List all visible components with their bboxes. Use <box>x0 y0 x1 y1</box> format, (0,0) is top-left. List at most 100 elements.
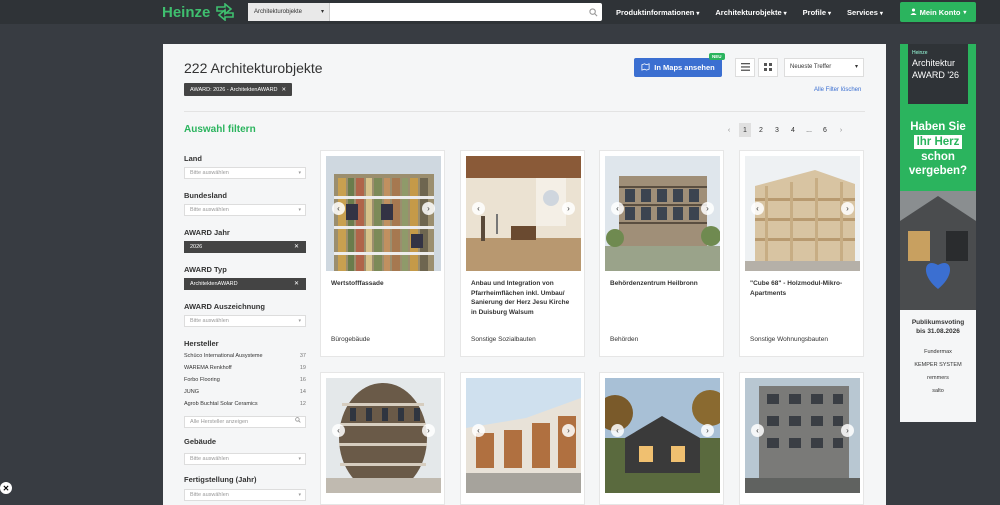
ad-headline-3: schon <box>921 151 955 163</box>
project-category: Behörden <box>610 336 639 343</box>
grid-view-button[interactable] <box>758 58 778 77</box>
chevron-down-icon: ▾ <box>298 492 301 498</box>
manufacturer-item[interactable]: Agrob Buchtal Solar Ceramics 12 <box>184 401 306 407</box>
nav-services[interactable]: Services ▾ <box>847 8 883 17</box>
ad-headline-2: Ihr Herz <box>913 135 963 149</box>
page-3[interactable]: 3 <box>771 123 783 137</box>
filter-land-label: Land <box>184 154 202 163</box>
search-category-select[interactable]: Architekturobjekte ▾ <box>248 3 330 21</box>
manufacturer-search-input[interactable]: Alle Hersteller anzeigen <box>184 416 306 428</box>
page-2[interactable]: 2 <box>755 123 767 137</box>
filter-gebaeude-select[interactable]: Bitte auswählen ▾ <box>184 453 306 465</box>
prev-image-icon[interactable]: ‹ <box>332 424 345 437</box>
project-card[interactable]: ‹ › <box>320 372 445 505</box>
manufacturer-item[interactable]: Schüco International Ausysteme 37 <box>184 353 306 359</box>
project-title: Wertstofffassade <box>331 280 384 287</box>
nav-produktinformationen[interactable]: Produktinformationen ▾ <box>616 8 699 17</box>
page-1[interactable]: 1 <box>739 123 751 137</box>
prev-page-icon[interactable]: ‹ <box>723 123 735 137</box>
filter-land-select[interactable]: Bitte auswählen ▾ <box>184 167 306 179</box>
manufacturer-item[interactable]: JUNG 14 <box>184 389 306 395</box>
prev-image-icon[interactable]: ‹ <box>472 424 485 437</box>
filter-award-typ-select[interactable]: ArchitektenAWARD ✕ <box>184 278 306 290</box>
next-image-icon[interactable]: › <box>841 424 854 437</box>
prev-image-icon[interactable]: ‹ <box>751 424 764 437</box>
manufacturer-name: Agrob Buchtal Solar Ceramics <box>184 401 258 407</box>
heinze-logo[interactable]: Heinze <box>162 3 236 21</box>
close-icon[interactable]: ✕ <box>294 279 299 289</box>
next-image-icon[interactable]: › <box>701 202 714 215</box>
search-input[interactable] <box>330 3 584 21</box>
project-card[interactable]: ‹ › "Cube 68" - Holzmodul-Mikro-Apartmen… <box>739 150 864 357</box>
chevron-down-icon: ▾ <box>298 456 301 462</box>
chevron-down-icon: ▾ <box>298 207 301 213</box>
manufacturer-count: 14 <box>299 389 306 395</box>
manufacturer-name: JUNG <box>184 389 199 395</box>
page-4[interactable]: 4 <box>787 123 799 137</box>
close-icon[interactable]: ✕ <box>282 87 287 93</box>
prev-image-icon[interactable]: ‹ <box>751 202 764 215</box>
filter-auszeichnung-select[interactable]: Bitte auswählen ▾ <box>184 315 306 327</box>
manufacturer-item[interactable]: Forbo Flooring 16 <box>184 377 306 383</box>
project-title: "Cube 68" - Holzmodul-Mikro-Apartments <box>750 280 843 297</box>
nav-profile[interactable]: Profile ▾ <box>803 8 831 17</box>
prev-image-icon[interactable]: ‹ <box>611 202 624 215</box>
filter-bundesland-select[interactable]: Bitte auswählen ▾ <box>184 204 306 216</box>
prev-image-icon[interactable]: ‹ <box>472 202 485 215</box>
reset-filters-link[interactable]: Alle Filter löschen <box>814 87 861 93</box>
next-image-icon[interactable]: › <box>562 424 575 437</box>
project-card[interactable]: ‹ › <box>739 372 864 505</box>
next-image-icon[interactable]: › <box>841 202 854 215</box>
next-page-icon[interactable]: › <box>835 123 847 137</box>
select-placeholder: Bitte auswählen <box>190 170 229 176</box>
project-title: Behördenzentrum Heilbronn <box>610 280 698 287</box>
close-overlay-icon[interactable]: ✕ <box>0 482 12 494</box>
filter-fertigstellung-select[interactable]: Bitte auswählen ▾ <box>184 489 306 501</box>
ad-award-line2: AWARD '26 <box>912 70 960 80</box>
search-icon <box>295 417 301 427</box>
ad-brand: Heinze <box>912 50 928 56</box>
search-icon[interactable] <box>584 3 602 21</box>
project-card[interactable]: ‹ › Behördenzentrum Heilbronn Behörden <box>599 150 724 357</box>
maps-view-button[interactable]: In Maps ansehen <box>634 58 722 77</box>
prev-image-icon[interactable]: ‹ <box>611 424 624 437</box>
divider <box>184 111 865 112</box>
ad-headline: Haben Sie Ihr Herz schon vergeben? <box>900 120 976 178</box>
next-image-icon[interactable]: › <box>422 202 435 215</box>
top-navigation-bar: Heinze Architekturobjekte ▾ Produktinfor… <box>0 0 1000 24</box>
manufacturer-name: Forbo Flooring <box>184 377 220 383</box>
close-icon[interactable]: ✕ <box>294 242 299 252</box>
sponsor-logo: salto <box>932 388 944 394</box>
award-ad-banner[interactable]: Heinze Architektur AWARD '26 Haben Sie I… <box>900 44 976 422</box>
select-placeholder: Bitte auswählen <box>190 492 229 498</box>
manufacturer-count: 12 <box>299 401 306 407</box>
project-card[interactable]: ‹ › Anbau und Integration von Pfarrheimf… <box>460 150 585 357</box>
account-button[interactable]: Mein Konto ▾ <box>900 2 976 22</box>
nav-architekturobjekte[interactable]: Architekturobjekte ▾ <box>715 8 786 17</box>
ad-award-line1: Architektur <box>912 58 956 68</box>
main-menu: Produktinformationen ▾ Architekturobjekte… <box>616 0 899 24</box>
ad-footer: Publikumsvoting bis 31.08.2026 Fundermax … <box>900 310 976 422</box>
project-card[interactable]: ‹ › <box>599 372 724 505</box>
next-image-icon[interactable]: › <box>701 424 714 437</box>
project-card[interactable]: ‹ › <box>460 372 585 505</box>
account-label: Mein Konto <box>919 7 961 17</box>
next-image-icon[interactable]: › <box>422 424 435 437</box>
nav-label: Services <box>847 7 878 17</box>
prev-image-icon[interactable]: ‹ <box>332 202 345 215</box>
user-icon <box>910 7 917 17</box>
sort-select[interactable]: Neueste Treffer ▾ <box>784 58 864 77</box>
active-filter-chip[interactable]: AWARD: 2026 - ArchitektenAWARD ✕ <box>184 83 293 96</box>
input-placeholder: Alle Hersteller anzeigen <box>190 419 249 425</box>
project-card[interactable]: ‹ › Wertstofffassade Bürogebäude <box>320 150 445 357</box>
list-view-button[interactable] <box>735 58 755 77</box>
map-icon <box>641 62 650 73</box>
project-category: Sonstige Wohnungsbauten <box>750 336 828 343</box>
filter-award-jahr-select[interactable]: 2026 ✕ <box>184 241 306 253</box>
logo-text: Heinze <box>162 3 211 21</box>
next-image-icon[interactable]: › <box>562 202 575 215</box>
nav-label: Architekturobjekte <box>715 7 782 17</box>
manufacturer-item[interactable]: WAREMA Renkhoff 19 <box>184 365 306 371</box>
page-6[interactable]: 6 <box>819 123 831 137</box>
results-panel: 222 Architekturobjekte AWARD: 2026 - Arc… <box>163 44 886 505</box>
